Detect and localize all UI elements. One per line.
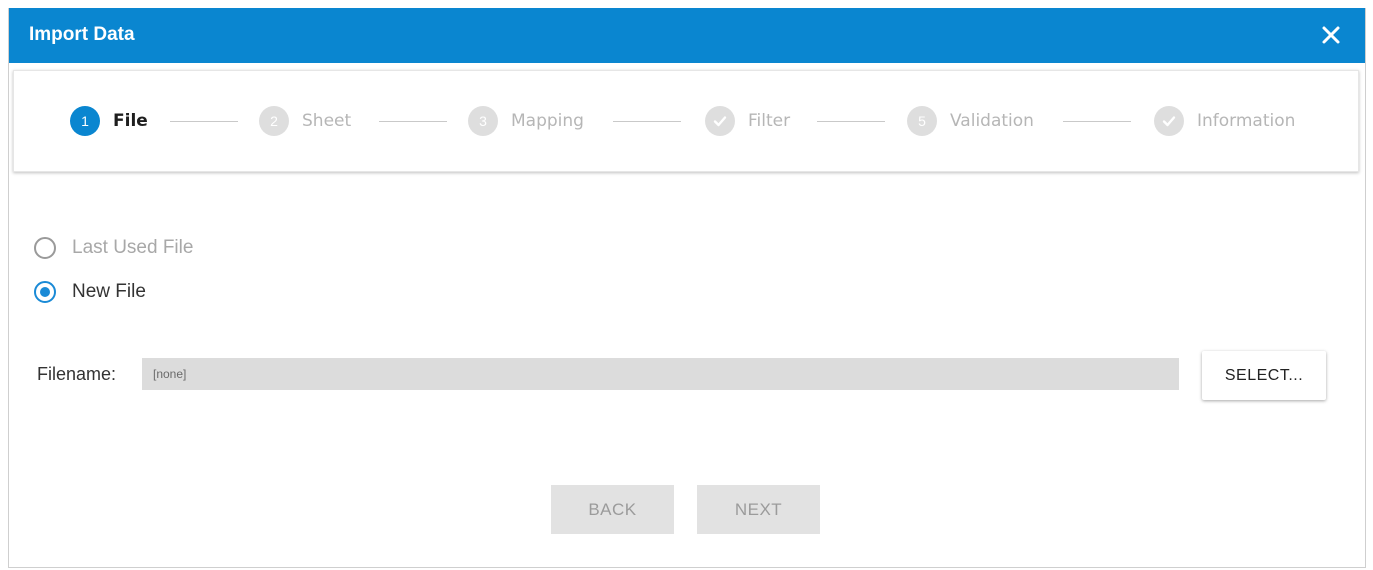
step-mapping[interactable]: 3 Mapping xyxy=(468,106,584,136)
radio-button[interactable] xyxy=(34,237,56,259)
step-label: Information xyxy=(1197,111,1296,131)
import-stepper: 1 File 2 Sheet 3 Mapping Filter 5 Valida… xyxy=(13,70,1359,172)
close-icon xyxy=(1322,26,1340,44)
back-button[interactable]: BACK xyxy=(551,485,674,534)
step-information[interactable]: Information xyxy=(1154,106,1295,136)
radio-label: Last Used File xyxy=(72,237,194,258)
radio-button[interactable] xyxy=(34,281,56,303)
step-number-badge: 2 xyxy=(259,106,289,136)
dialog-titlebar: Import Data xyxy=(9,8,1365,63)
step-connector xyxy=(170,121,238,122)
step-check-badge xyxy=(705,106,735,136)
dialog-title: Import Data xyxy=(29,24,135,45)
step-connector xyxy=(613,121,681,122)
step-sheet[interactable]: 2 Sheet xyxy=(259,106,351,136)
step-number-badge: 1 xyxy=(70,106,100,136)
step-connector xyxy=(817,121,885,122)
step-label: Mapping xyxy=(511,111,584,131)
step-number-badge: 3 xyxy=(468,106,498,136)
close-button[interactable] xyxy=(1317,21,1345,49)
step-check-badge xyxy=(1154,106,1184,136)
step-label: Validation xyxy=(950,111,1034,131)
select-file-button[interactable]: SELECT... xyxy=(1202,351,1326,400)
check-icon xyxy=(1162,116,1176,127)
filename-label: Filename: xyxy=(37,364,117,384)
step-label: File xyxy=(113,111,148,131)
step-file[interactable]: 1 File xyxy=(70,106,148,136)
step-filter[interactable]: Filter xyxy=(705,106,790,136)
step-label: Filter xyxy=(748,111,791,131)
filename-field[interactable]: [none] xyxy=(142,358,1179,390)
step-validation[interactable]: 5 Validation xyxy=(907,106,1034,136)
step-connector xyxy=(379,121,447,122)
step-connector xyxy=(1063,121,1131,122)
check-icon xyxy=(713,116,727,127)
next-button[interactable]: NEXT xyxy=(697,485,820,534)
step-number-badge: 5 xyxy=(907,106,937,136)
radio-last-used-file[interactable]: Last Used File xyxy=(34,237,193,259)
radio-label: New File xyxy=(72,281,146,302)
radio-new-file[interactable]: New File xyxy=(34,281,146,303)
import-data-dialog: Import Data 1 File 2 Sheet 3 Mapping Fil… xyxy=(8,8,1366,568)
step-label: Sheet xyxy=(302,111,352,131)
